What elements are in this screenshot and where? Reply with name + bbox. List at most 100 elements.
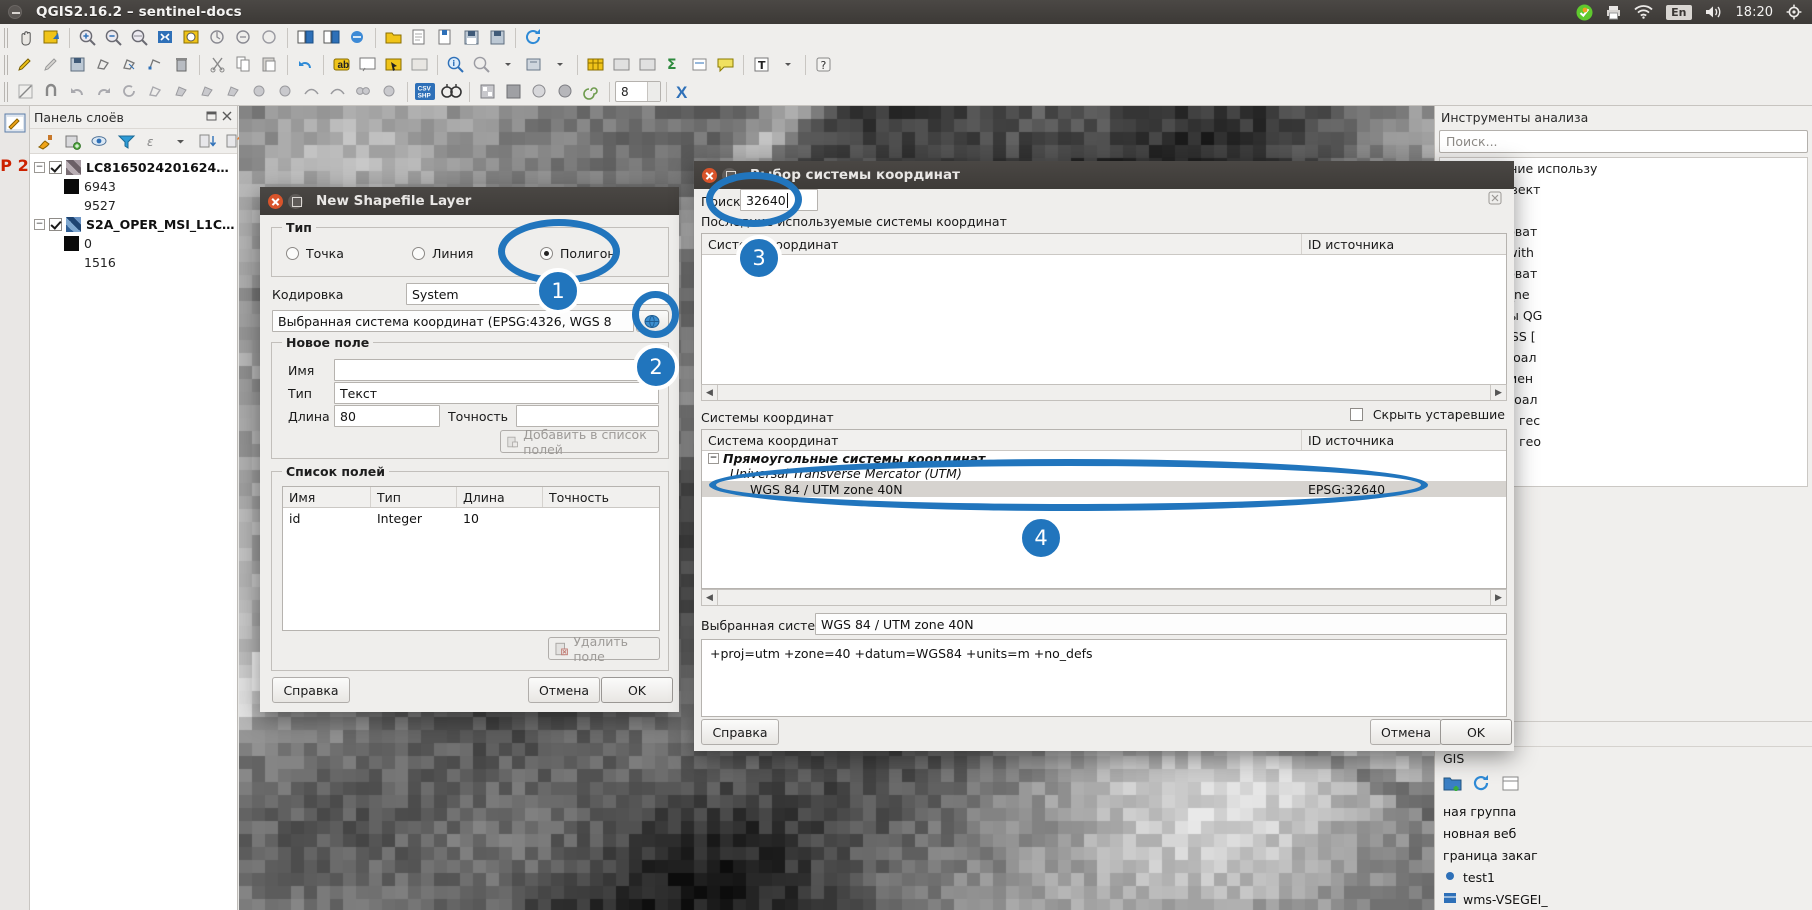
add-folder-icon[interactable]: [1443, 775, 1462, 795]
properties-icon[interactable]: [1501, 775, 1520, 795]
layer-tree-item[interactable]: − S2A_OPER_MSI_L1C_TL...: [30, 215, 237, 234]
toolbar-grip[interactable]: [4, 27, 9, 48]
manage-visibility-icon[interactable]: [87, 129, 112, 153]
processing-search-input[interactable]: Поиск...: [1439, 130, 1808, 153]
scroll-right-icon[interactable]: ▶: [1490, 385, 1506, 400]
select-crs-button[interactable]: [636, 310, 669, 332]
expander-icon[interactable]: −: [34, 162, 45, 173]
layer-tree-item[interactable]: − LC81650242016243LGN...: [30, 158, 237, 177]
maximize-icon[interactable]: [288, 193, 303, 209]
new-project-icon[interactable]: [407, 26, 432, 50]
table-row[interactable]: id Integer 10: [283, 508, 659, 528]
cut-features-icon[interactable]: [205, 53, 230, 77]
fields-table[interactable]: Имя Тип Длина Точность id Integer 10: [282, 486, 660, 631]
split-features-icon[interactable]: [351, 80, 376, 104]
crs-selector-dialog[interactable]: Выбор системы координат Поиск 32640 Посл…: [694, 161, 1514, 751]
style-manager-icon[interactable]: [33, 129, 58, 153]
radio-point-indicator[interactable]: [286, 247, 299, 260]
field-type-combobox[interactable]: Текст: [334, 382, 659, 404]
paste-features-icon[interactable]: [257, 53, 282, 77]
help-icon[interactable]: ?: [811, 53, 836, 77]
select-dropdown-icon[interactable]: [547, 53, 572, 77]
browser-item[interactable]: новная веб: [1435, 822, 1812, 844]
browser-item[interactable]: test1: [1435, 866, 1812, 888]
open-project-icon[interactable]: [433, 26, 458, 50]
hide-deprecated-indicator[interactable]: [1349, 408, 1363, 421]
undock-icon[interactable]: [206, 110, 218, 125]
recent-column-crs[interactable]: Система координат: [702, 234, 1302, 254]
zoom-out-icon[interactable]: [101, 26, 126, 50]
maximize-icon[interactable]: [722, 167, 737, 183]
toolbar-grip[interactable]: [4, 54, 9, 75]
zoom-last-icon[interactable]: [205, 26, 230, 50]
add-feature-icon[interactable]: [91, 53, 116, 77]
expand-all-icon[interactable]: [195, 129, 220, 153]
shapefile-cancel-button[interactable]: Отмена: [528, 677, 600, 703]
no-edits-icon[interactable]: [13, 80, 38, 104]
composer-manager-icon[interactable]: [319, 26, 344, 50]
radio-line[interactable]: Линия: [412, 246, 473, 261]
raster-calculator-icon[interactable]: [475, 80, 500, 104]
layer-tree-child[interactable]: 6943: [30, 177, 237, 196]
layer-styling-icon[interactable]: [4, 112, 26, 138]
copy-features-icon[interactable]: [231, 53, 256, 77]
snapping-icon[interactable]: [39, 80, 64, 104]
move-feature-icon[interactable]: [117, 53, 142, 77]
offset-curve-icon[interactable]: [325, 80, 350, 104]
select-by-location-icon[interactable]: [521, 53, 546, 77]
layer-tree[interactable]: − LC81650242016243LGN... 6943 9527 − S2: [30, 154, 237, 910]
crs-tree-hscrollbar[interactable]: ◀ ▶: [701, 589, 1507, 606]
crs-ok-button[interactable]: OK: [1440, 719, 1512, 745]
undo-edit-icon[interactable]: [65, 80, 90, 104]
close-icon[interactable]: [702, 167, 717, 183]
printer-icon[interactable]: [1606, 5, 1621, 20]
hide-deprecated-checkbox[interactable]: Скрыть устаревшие: [1349, 407, 1505, 422]
radio-line-indicator[interactable]: [412, 247, 425, 260]
expander-icon[interactable]: −: [708, 453, 719, 464]
column-header-precision[interactable]: Точность: [543, 487, 659, 507]
gps-information-icon[interactable]: [439, 80, 464, 104]
openlayers-icon[interactable]: X: [672, 80, 697, 104]
delete-selected-icon[interactable]: [169, 53, 194, 77]
open-data-source-icon[interactable]: [381, 26, 406, 50]
field-calculator-icon[interactable]: Σ: [661, 53, 686, 77]
simplify-icon[interactable]: [143, 80, 168, 104]
fill-ring-icon[interactable]: [221, 80, 246, 104]
scroll-right-icon[interactable]: ▶: [1490, 590, 1506, 605]
add-ring-icon[interactable]: [169, 80, 194, 104]
new-print-composer-icon[interactable]: [293, 26, 318, 50]
pencil-edit-icon[interactable]: [13, 53, 38, 77]
crs-help-button[interactable]: Справка: [701, 719, 779, 745]
text-dropdown-icon[interactable]: [775, 53, 800, 77]
dropbox-icon[interactable]: [1576, 4, 1593, 21]
recent-column-authid[interactable]: ID источника: [1302, 234, 1506, 254]
zoom-in-icon[interactable]: [75, 26, 100, 50]
proj4-text-area[interactable]: +proj=utm +zone=40 +datum=WGS84 +units=m…: [701, 639, 1507, 717]
zoom-native-icon[interactable]: [257, 26, 282, 50]
measure-dropdown-icon[interactable]: [495, 53, 520, 77]
field-name-input[interactable]: [334, 359, 659, 381]
zone-spinbox[interactable]: 8: [615, 81, 661, 102]
crs-search-input[interactable]: 32640: [740, 189, 818, 211]
tree-column-authid[interactable]: ID источника: [1302, 430, 1506, 450]
text-annotation-icon[interactable]: [355, 53, 380, 77]
pan-map-icon[interactable]: [13, 26, 38, 50]
text-tool-icon[interactable]: T: [749, 53, 774, 77]
new-shapefile-layer-dialog[interactable]: New Shapefile Layer Тип Точка Линия Поли…: [260, 187, 679, 712]
open-attribute-table-icon[interactable]: [583, 53, 608, 77]
expression-filter-icon[interactable]: ε: [141, 129, 166, 153]
reshape-icon[interactable]: [299, 80, 324, 104]
delete-part-icon[interactable]: [273, 80, 298, 104]
crs-recent-hscrollbar[interactable]: ◀ ▶: [701, 384, 1507, 401]
redo-edit-icon[interactable]: [91, 80, 116, 104]
browser-item[interactable]: ная группа: [1435, 800, 1812, 822]
wifi-icon[interactable]: [1634, 5, 1653, 19]
vector-grid-icon[interactable]: [527, 80, 552, 104]
add-group-icon[interactable]: [60, 129, 85, 153]
spiral-icon[interactable]: [579, 80, 604, 104]
close-icon[interactable]: [268, 193, 283, 209]
measure-icon[interactable]: [469, 53, 494, 77]
add-field-button[interactable]: Добавить в список полей: [500, 427, 659, 457]
minimize-icon[interactable]: [8, 5, 22, 19]
node-tool-icon[interactable]: [143, 53, 168, 77]
